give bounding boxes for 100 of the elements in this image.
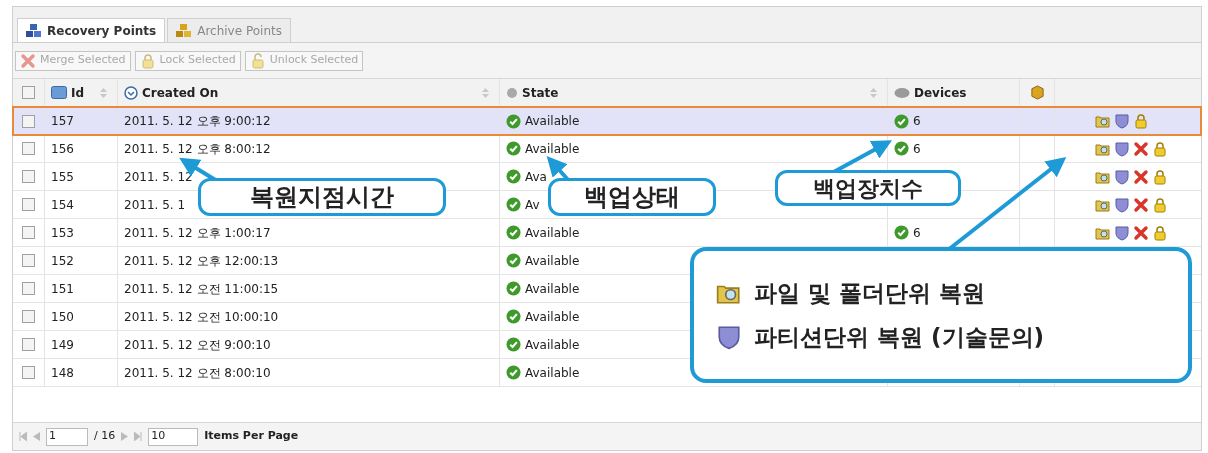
shield-icon [1114, 140, 1130, 157]
box-icon [1029, 85, 1045, 100]
lock-icon [1133, 113, 1149, 129]
x-icon [1133, 224, 1149, 241]
page-field[interactable]: 1 [46, 427, 88, 446]
status-dot-icon [506, 86, 518, 99]
lock-icon [1152, 196, 1168, 213]
column-header[interactable]: State [522, 83, 559, 102]
check-circle-icon [506, 225, 521, 240]
clock-icon [124, 85, 138, 100]
check-circle-icon [506, 365, 521, 380]
check-circle-icon [506, 281, 521, 296]
select-all-checkbox[interactable] [22, 86, 35, 99]
table-cell-text: Available [525, 364, 580, 382]
table-cell-text: Av [525, 196, 540, 214]
cubes-icon [176, 23, 193, 38]
table-cell-text: 2011. 5. 12 오전 8:00:10 [124, 364, 271, 382]
cubes-icon [26, 23, 42, 38]
x-icon [20, 52, 36, 69]
callout-tooltip: 백업장치수 [775, 170, 961, 206]
disk-icon [894, 86, 910, 99]
table-row[interactable]: 153 2011. 5. 12 오후 1:00:17 Available 6 [13, 219, 1201, 247]
check-circle-icon [506, 141, 521, 156]
callout-tooltip: 복원지점시간 [198, 178, 446, 216]
row-checkbox[interactable] [22, 310, 35, 323]
table-cell-text: 6 [913, 224, 921, 242]
row-checkbox[interactable] [22, 170, 35, 183]
x-icon [1133, 196, 1149, 213]
row-checkbox[interactable] [22, 366, 35, 379]
table-cell-text: 2011. 5. 12 오후 12:00:13 [124, 252, 279, 270]
row-checkbox[interactable] [22, 338, 35, 351]
table-cell-text: 148 [51, 364, 74, 382]
table-cell-text: Available [525, 140, 580, 158]
shield-icon [1114, 168, 1130, 185]
table-cell-text: 2011. 5. 12 오후 8:00:12 [124, 140, 271, 158]
check-circle-icon [506, 113, 521, 129]
table-cell-text: 2011. 5. 12 오후 1:00:17 [124, 224, 271, 242]
shield-icon [1114, 113, 1130, 129]
open-lock-icon [249, 52, 266, 69]
check-circle-icon [506, 197, 521, 212]
table-cell-text: 6 [913, 140, 921, 158]
table-cell-text: 151 [51, 280, 74, 298]
table-cell-text: 6 [913, 113, 921, 130]
row-checkbox[interactable] [22, 254, 35, 267]
callout-tooltip: 백업상태 [548, 178, 716, 216]
table-cell-text: 2011. 5. 12 오전 9:00:10 [124, 336, 271, 354]
table-cell-text: Available [525, 280, 580, 298]
table-row[interactable]: 157 2011. 5. 12 오후 9:00:12 Available 6 [13, 107, 1201, 135]
lock-icon [1152, 224, 1168, 241]
row-checkbox[interactable] [22, 114, 35, 128]
table-cell-text: 2011. 5. 12 오후 9:00:12 [124, 113, 271, 130]
sort-icon[interactable] [482, 87, 489, 98]
table-cell-text: 155 [51, 168, 74, 186]
table-cell-text: Available [525, 308, 580, 326]
table-cell-text: 157 [51, 113, 74, 130]
sort-icon[interactable] [100, 87, 107, 98]
lock-icon [1152, 140, 1168, 157]
per-page-label: Items Per Page [204, 428, 299, 445]
row-checkbox[interactable] [22, 282, 35, 295]
first-page-icon[interactable] [19, 432, 27, 441]
table-row[interactable]: 156 2011. 5. 12 오후 8:00:12 Available 6 [13, 135, 1201, 163]
shield-icon [1114, 196, 1130, 213]
x-icon [1133, 140, 1149, 157]
table-cell-text: 153 [51, 224, 74, 242]
table-cell-text: Available [525, 252, 580, 270]
table-cell-text: 156 [51, 140, 74, 158]
lock-icon [139, 52, 156, 69]
lock-icon [1152, 168, 1168, 185]
last-page-icon[interactable] [134, 432, 143, 441]
check-circle-icon [894, 141, 909, 156]
table-cell-text: 149 [51, 336, 74, 354]
table-cell-text: 2011. 5. 12 오전 11:00:15 [124, 280, 279, 298]
next-page-icon[interactable] [121, 432, 129, 441]
table-cell-text: Available [525, 336, 580, 354]
check-circle-icon [506, 309, 521, 324]
table-cell-text: Available [525, 113, 580, 130]
sort-icon[interactable] [870, 87, 877, 98]
table-cell-text: 150 [51, 308, 74, 326]
table-cell-text: 2011. 5. 12 오전 10:00:10 [124, 308, 279, 326]
shield-icon [1114, 224, 1130, 241]
table-cell-text: 152 [51, 252, 74, 270]
table-cell-text: 2011. 5. 1 [124, 196, 186, 214]
table-cell-text: Ava [525, 168, 547, 186]
column-header[interactable]: Created On [142, 83, 219, 102]
row-checkbox[interactable] [22, 198, 35, 211]
check-circle-icon [506, 337, 521, 352]
row-checkbox[interactable] [22, 142, 35, 155]
column-header[interactable]: Devices [914, 83, 967, 102]
folder-icon [1095, 113, 1111, 129]
check-circle-icon [894, 225, 909, 240]
id-card-icon [51, 86, 67, 99]
shield-icon [716, 324, 742, 351]
table-cell-text: 154 [51, 196, 74, 214]
previous-page-icon[interactable] [33, 432, 40, 441]
row-checkbox[interactable] [22, 226, 35, 239]
per-page-field[interactable]: 10 [148, 427, 199, 446]
check-circle-icon [506, 253, 521, 268]
page-total: / 16 [94, 428, 116, 445]
tab[interactable]: Recovery Points [17, 18, 166, 42]
column-header[interactable]: Id [71, 83, 85, 102]
